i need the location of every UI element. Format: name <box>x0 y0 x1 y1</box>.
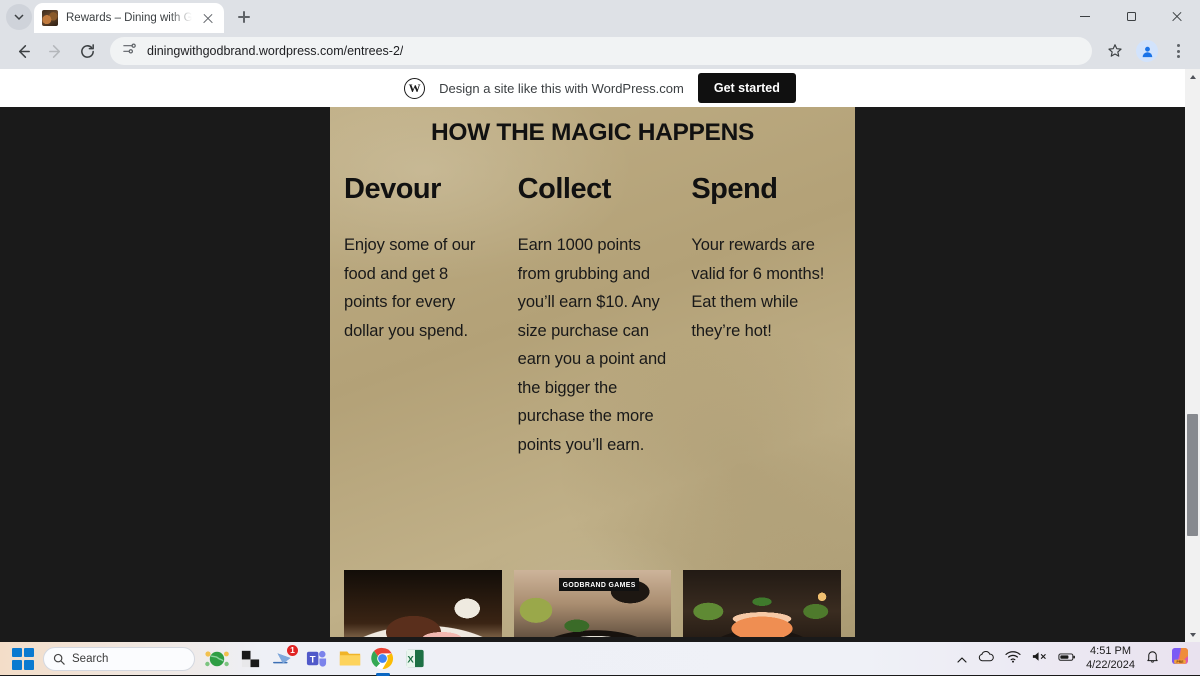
copilot-icon[interactable]: PRE <box>1170 646 1190 671</box>
page-scrollbar[interactable] <box>1185 69 1200 642</box>
close-icon[interactable] <box>200 10 216 26</box>
back-icon[interactable] <box>8 36 38 66</box>
wordpress-promo-text: Design a site like this with WordPress.c… <box>439 81 684 96</box>
forward-icon[interactable] <box>40 36 70 66</box>
excel-icon[interactable]: X <box>404 647 428 671</box>
svg-text:PRE: PRE <box>1177 660 1185 664</box>
column-body: Your rewards are valid for 6 months! Eat… <box>691 231 841 345</box>
column-collect: Collect Earn 1000 points from grubbing a… <box>518 173 668 459</box>
start-icon[interactable] <box>12 648 34 670</box>
toolbar-actions <box>1100 36 1192 66</box>
column-heading: Collect <box>518 173 668 206</box>
system-tray: 4:51 PM 4/22/2024 PRE <box>956 645 1200 673</box>
steak-photo[interactable]: GODBRAND GAMES <box>344 570 502 637</box>
star-icon[interactable] <box>1100 36 1130 66</box>
search-icon <box>53 653 65 665</box>
search-placeholder: Search <box>72 653 108 665</box>
avatar[interactable] <box>1132 36 1162 66</box>
mail-icon[interactable]: 1 <box>272 647 296 671</box>
browser-tab[interactable]: Rewards – Dining with Godbra <box>34 3 224 33</box>
tab-title: Rewards – Dining with Godbra <box>66 3 192 33</box>
battery-icon[interactable] <box>1058 650 1076 668</box>
column-heading: Spend <box>691 173 841 206</box>
svg-text:X: X <box>407 654 414 665</box>
close-window-button[interactable] <box>1154 0 1200 33</box>
scrollbar-thumb[interactable] <box>1187 414 1198 536</box>
chrome-browser-window: Rewards – Dining with Godbra <box>0 0 1200 642</box>
app-icon[interactable] <box>239 647 263 671</box>
speaker-muted-icon[interactable] <box>1031 650 1048 668</box>
column-spend: Spend Your rewards are valid for 6 month… <box>691 173 841 459</box>
notification-badge: 1 <box>286 644 299 657</box>
page-viewport: W Design a site like this with WordPress… <box>0 69 1200 642</box>
chevron-up-icon[interactable] <box>956 653 968 665</box>
rewards-card: HOW THE MAGIC HAPPENS Devour Enjoy some … <box>330 107 855 637</box>
scroll-down-icon[interactable] <box>1185 627 1200 642</box>
browser-toolbar: diningwithgodbrand.wordpress.com/entrees… <box>0 33 1200 69</box>
food-image-row: GODBRAND GAMES GODBRAND GAMES GODBRAND G… <box>344 570 841 637</box>
columns-container: Devour Enjoy some of our food and get 8 … <box>330 173 855 459</box>
wordpress-logo: W <box>404 78 425 99</box>
kebab-menu-icon[interactable] <box>1164 37 1192 65</box>
copilot-widget-icon[interactable] <box>204 648 230 670</box>
chrome-icon[interactable] <box>371 647 395 671</box>
tab-strip: Rewards – Dining with Godbra <box>0 0 1200 33</box>
svg-text:T: T <box>310 654 316 665</box>
column-body: Earn 1000 points from grubbing and you’l… <box>518 231 668 459</box>
image-watermark: GODBRAND GAMES <box>559 578 639 591</box>
column-body: Enjoy some of our food and get 8 points … <box>344 231 494 345</box>
maximize-button[interactable] <box>1108 0 1154 33</box>
column-devour: Devour Enjoy some of our food and get 8 … <box>344 173 494 459</box>
site-settings-icon[interactable] <box>122 41 137 61</box>
site-content: HOW THE MAGIC HAPPENS Devour Enjoy some … <box>0 107 1200 642</box>
search-input[interactable]: Search <box>43 647 195 671</box>
clock[interactable]: 4:51 PM 4/22/2024 <box>1086 645 1135 673</box>
window-controls <box>1062 0 1200 33</box>
bell-icon[interactable] <box>1145 649 1160 669</box>
address-bar[interactable]: diningwithgodbrand.wordpress.com/entrees… <box>110 37 1092 65</box>
page-title: HOW THE MAGIC HAPPENS <box>330 107 855 147</box>
wordpress-promo-banner: W Design a site like this with WordPress… <box>0 69 1200 107</box>
get-started-button[interactable]: Get started <box>698 73 796 103</box>
minimize-button[interactable] <box>1062 0 1108 33</box>
windows-taskbar: Search 1 T <box>0 642 1200 675</box>
salmon-fillet-photo[interactable]: GODBRAND GAMES <box>683 570 841 637</box>
url-text: diningwithgodbrand.wordpress.com/entrees… <box>147 44 403 58</box>
teams-icon[interactable]: T <box>305 647 329 671</box>
tab-search-button[interactable] <box>6 4 32 30</box>
clock-time: 4:51 PM <box>1086 645 1135 659</box>
taskbar-items: Search 1 T <box>12 647 428 671</box>
reload-icon[interactable] <box>72 36 102 66</box>
cloud-icon[interactable] <box>978 650 995 668</box>
new-tab-button[interactable] <box>230 3 258 31</box>
clock-date: 4/22/2024 <box>1086 659 1135 673</box>
scroll-up-icon[interactable] <box>1185 69 1200 84</box>
wifi-icon[interactable] <box>1005 650 1021 668</box>
column-heading: Devour <box>344 173 494 206</box>
shrimp-rice-bowl-photo[interactable]: GODBRAND GAMES <box>514 570 672 637</box>
file-explorer-icon[interactable] <box>338 647 362 671</box>
tab-favicon <box>42 10 58 26</box>
